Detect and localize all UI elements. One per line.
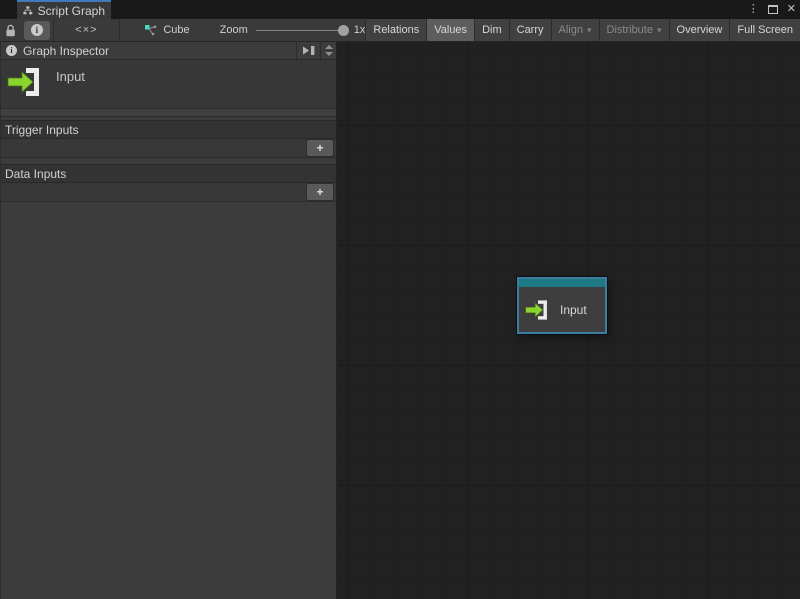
window-menu-icon[interactable]: ⋮ <box>748 4 759 15</box>
input-unit-icon <box>7 66 45 98</box>
button-label: Relations <box>373 24 419 36</box>
maximize-icon[interactable] <box>768 5 778 14</box>
selected-unit-summary: Input <box>1 60 336 109</box>
toolbar-separator <box>119 19 120 41</box>
tab-title: Script Graph <box>38 4 105 18</box>
button-label: Align <box>559 24 583 36</box>
lock-button[interactable] <box>0 19 21 41</box>
graph-toolbar: i <×> Cube Zoom 1x Relations Values Dim <box>0 19 800 42</box>
input-node-header[interactable] <box>519 279 605 287</box>
zoom-slider[interactable] <box>256 30 346 31</box>
inspector-divider <box>1 109 336 117</box>
trigger-inputs-header: Trigger Inputs <box>1 120 336 139</box>
toolbar-button-group: Relations Values Dim Carry Align ▾ Distr… <box>365 19 800 41</box>
lock-icon <box>5 24 16 37</box>
inspector-empty-area <box>1 202 336 599</box>
full-screen-button[interactable]: Full Screen <box>729 19 800 41</box>
title-tab-bar: Script Graph ⋮ ✕ <box>0 0 800 19</box>
window-controls: ⋮ ✕ <box>748 0 796 19</box>
input-unit-icon <box>525 299 551 321</box>
zoom-control: Zoom 1x <box>220 19 366 41</box>
input-node-label: Input <box>560 303 587 317</box>
dock-panel-icon <box>301 45 316 56</box>
panel-dock-button[interactable] <box>296 42 320 59</box>
panel-reorder-spinner[interactable] <box>320 42 336 59</box>
main-area: i Graph Inspector Input T <box>0 42 800 599</box>
align-dropdown-button[interactable]: Align ▾ <box>551 19 599 41</box>
info-icon: i <box>6 45 17 56</box>
code-icon: <×> <box>75 24 97 36</box>
zoom-label: Zoom <box>220 24 248 36</box>
graph-canvas[interactable]: Input <box>337 42 800 599</box>
graph-nodes-icon <box>144 24 157 37</box>
button-label: Distribute <box>607 24 653 36</box>
carry-button[interactable]: Carry <box>509 19 551 41</box>
graph-inspector-title: Graph Inspector <box>23 44 296 58</box>
graph-inspector-header: i Graph Inspector <box>1 42 336 60</box>
chevron-down-icon: ▾ <box>587 25 592 36</box>
add-trigger-input-button[interactable]: + <box>307 140 333 156</box>
dim-button[interactable]: Dim <box>474 19 509 41</box>
tab-script-graph[interactable]: Script Graph <box>17 0 111 19</box>
close-icon[interactable]: ✕ <box>787 4 796 15</box>
graph-inspector-panel: i Graph Inspector Input T <box>0 42 337 599</box>
code-preview-button[interactable]: <×> <box>53 19 119 41</box>
button-label: Overview <box>677 24 723 36</box>
inspector-toggle-button[interactable]: i <box>24 21 49 40</box>
button-label: Dim <box>482 24 502 36</box>
overview-button[interactable]: Overview <box>669 19 730 41</box>
script-graph-icon <box>23 4 33 17</box>
relations-button[interactable]: Relations <box>365 19 426 41</box>
info-icon: i <box>31 24 43 36</box>
button-label: Full Screen <box>737 24 793 36</box>
button-label: Values <box>434 24 467 36</box>
add-data-input-button[interactable]: + <box>307 184 333 200</box>
graph-owner-breadcrumb[interactable]: Cube <box>144 19 189 41</box>
chevron-up-icon[interactable] <box>325 45 333 49</box>
unit-title: Input <box>56 69 85 108</box>
data-inputs-list: + <box>1 183 336 202</box>
input-node-body: Input <box>519 287 605 332</box>
values-button[interactable]: Values <box>426 19 474 41</box>
data-inputs-header: Data Inputs <box>1 164 336 183</box>
distribute-dropdown-button[interactable]: Distribute ▾ <box>599 19 669 41</box>
chevron-down-icon[interactable] <box>325 52 333 56</box>
graph-owner-label: Cube <box>163 24 189 36</box>
input-node[interactable]: Input <box>517 277 607 334</box>
button-label: Carry <box>517 24 544 36</box>
zoom-value: 1x <box>354 24 366 36</box>
chevron-down-icon: ▾ <box>657 25 662 36</box>
trigger-inputs-list: + <box>1 139 336 158</box>
zoom-slider-knob[interactable] <box>338 25 349 36</box>
